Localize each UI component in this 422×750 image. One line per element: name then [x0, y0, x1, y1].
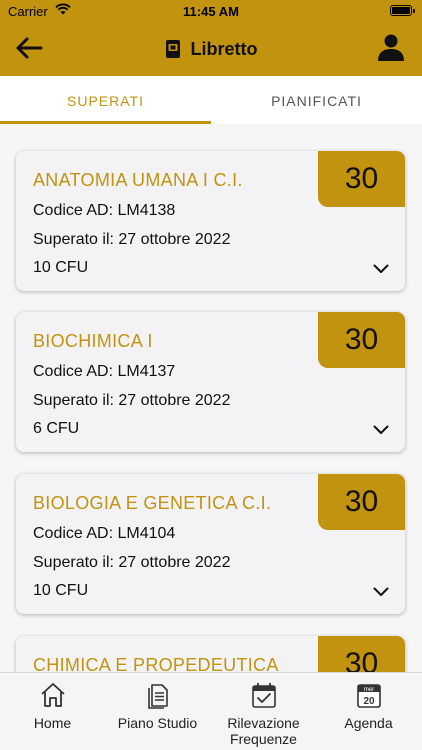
status-time: 11:45 AM [183, 4, 239, 19]
exam-cfu: 10 CFU [33, 582, 89, 599]
exam-list: ANATOMIA UMANA I C.I. Codice AD: LM4138 … [0, 124, 422, 672]
page-title: Libretto [190, 38, 258, 59]
calendar-check-icon [252, 683, 276, 708]
nav-label: Home [33, 715, 72, 731]
exam-card[interactable]: BIOCHIMICA I Codice AD: LM4137 Superato … [16, 312, 405, 452]
exam-title: BIOCHIMICA I [33, 331, 153, 351]
exam-code: Codice AD: LM4137 [33, 363, 176, 380]
calendar-icon: mer 20 [357, 684, 381, 708]
exam-title: CHIMICA E PROPEDEUTICA [33, 655, 279, 672]
exam-date: Superato il: 27 ottobre 2022 [33, 231, 231, 248]
page-title-group: Libretto [0, 36, 422, 62]
exam-title: BIOLOGIA E GENETICA C.I. [33, 493, 272, 513]
battery-icon [390, 5, 415, 16]
nav-item-piano-studio[interactable]: Piano Studio [105, 673, 210, 750]
tab-pianificati[interactable]: PIANIFICATI [211, 76, 422, 124]
exam-grade-badge: 30 [318, 636, 405, 672]
exam-grade-badge: 30 [318, 151, 405, 207]
booklet-icon [165, 40, 180, 58]
chevron-down-icon[interactable] [373, 425, 389, 435]
exam-title: ANATOMIA UMANA I C.I. [33, 170, 243, 190]
exam-date: Superato il: 27 ottobre 2022 [33, 392, 231, 409]
chevron-down-icon[interactable] [373, 587, 389, 597]
exam-code: Codice AD: LM4104 [33, 525, 176, 542]
app-header: Carrier 11:45 AM Libretto [0, 0, 422, 76]
exam-code: Codice AD: LM4138 [33, 202, 176, 219]
chevron-down-icon[interactable] [373, 264, 389, 274]
status-bar: Carrier 11:45 AM [0, 0, 422, 22]
document-icon [148, 684, 168, 709]
exam-cfu: 6 CFU [33, 420, 80, 437]
bottom-navigation: Home Piano Studio Rilevazione Frequenze … [0, 672, 422, 750]
home-icon [41, 683, 65, 707]
nav-label-line1: Rilevazione [227, 715, 300, 731]
tab-superati[interactable]: SUPERATI [0, 76, 211, 124]
profile-icon[interactable] [376, 32, 406, 62]
exam-grade-badge: 30 [318, 312, 405, 368]
calendar-day-text: mer [364, 687, 374, 693]
nav-item-home[interactable]: Home [0, 673, 105, 750]
nav-label-multiline: Rilevazione Frequenze [211, 715, 316, 747]
exam-grade-badge: 30 [318, 474, 405, 530]
calendar-date-text: 20 [363, 696, 375, 707]
nav-label: Piano Studio [117, 715, 198, 731]
exam-card[interactable]: ANATOMIA UMANA I C.I. Codice AD: LM4138 … [16, 151, 405, 291]
exam-cfu: 10 CFU [33, 259, 89, 276]
exam-card[interactable]: CHIMICA E PROPEDEUTICA 30 [16, 636, 405, 672]
nav-item-agenda[interactable]: mer 20 Agenda [316, 673, 421, 750]
nav-item-rilevazione-frequenze[interactable]: Rilevazione Frequenze [211, 673, 316, 750]
nav-label: Agenda [344, 715, 393, 731]
exam-card[interactable]: BIOLOGIA E GENETICA C.I. Codice AD: LM41… [16, 474, 405, 614]
tab-bar: SUPERATI PIANIFICATI [0, 76, 422, 124]
nav-label-line2: Frequenze [230, 731, 297, 747]
exam-date: Superato il: 27 ottobre 2022 [33, 554, 231, 571]
